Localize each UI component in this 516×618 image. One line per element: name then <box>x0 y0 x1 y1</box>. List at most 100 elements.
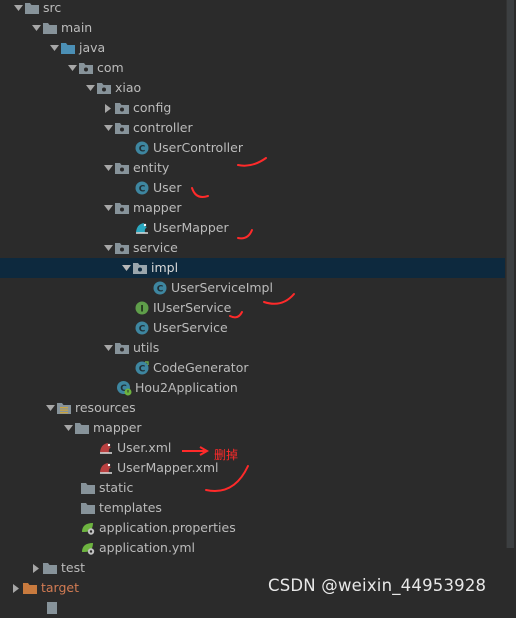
expand-right-icon[interactable] <box>30 558 42 578</box>
tree-label: config <box>133 100 172 115</box>
tree-row-static[interactable]: static <box>0 478 505 498</box>
tree-row-mapper-pkg[interactable]: mapper <box>0 198 505 218</box>
expand-right-icon[interactable] <box>10 578 22 598</box>
tree-row-iuserservice[interactable]: I IUserService <box>0 298 505 318</box>
tree-label: main <box>61 20 93 35</box>
tree-label: utils <box>133 340 160 355</box>
interface-icon: I <box>134 300 150 316</box>
svg-text:I: I <box>140 305 143 315</box>
class-icon: C <box>134 320 150 336</box>
tree-row-impl[interactable]: impl <box>0 258 516 278</box>
tree-row-userserviceimpl[interactable]: C UserServiceImpl <box>0 278 505 298</box>
tree-row-controller[interactable]: controller <box>0 118 505 138</box>
svg-text:C: C <box>157 285 164 295</box>
expand-right-icon[interactable] <box>102 98 114 118</box>
spring-boot-class-icon: C <box>116 380 132 396</box>
tree-label: UserController <box>153 140 243 155</box>
expand-down-icon[interactable] <box>102 198 114 218</box>
tree-row-user[interactable]: C User <box>0 178 505 198</box>
tree-label: com <box>97 60 124 75</box>
tree-row-usermapper-xml[interactable]: UserMapper.xml <box>0 458 505 478</box>
tree-row-src[interactable]: src <box>0 0 505 18</box>
spring-yml-icon <box>80 540 96 556</box>
tree-label: UserServiceImpl <box>171 280 273 295</box>
svg-text:C: C <box>139 185 146 195</box>
expand-down-icon[interactable] <box>120 258 132 278</box>
folder-icon <box>24 0 40 16</box>
tree-label: mapper <box>93 420 142 435</box>
package-icon <box>132 260 148 276</box>
tree-label: IUserService <box>153 300 232 315</box>
package-icon <box>78 60 94 76</box>
expand-down-icon[interactable] <box>84 78 96 98</box>
expand-down-icon[interactable] <box>102 238 114 258</box>
tree-row-codegenerator[interactable]: C CodeGenerator <box>0 358 505 378</box>
package-icon <box>96 80 112 96</box>
tree-row-templates[interactable]: templates <box>0 498 505 518</box>
mybatis-xml-icon <box>98 440 114 456</box>
file-icon <box>44 600 60 616</box>
tree-row-hou2application[interactable]: C Hou2Application <box>0 378 505 398</box>
tree-label: UserMapper.xml <box>117 460 219 475</box>
expand-down-icon[interactable] <box>66 58 78 78</box>
tree-label: application.properties <box>99 520 236 535</box>
tree-label: static <box>99 480 134 495</box>
spring-properties-icon <box>80 520 96 536</box>
expand-down-icon[interactable] <box>30 18 42 38</box>
package-icon <box>114 120 130 136</box>
tree-row-xiao[interactable]: xiao <box>0 78 505 98</box>
tree-label: UserMapper <box>153 220 229 235</box>
source-folder-icon <box>60 40 76 56</box>
tree-row-test[interactable]: test <box>0 558 505 578</box>
tree-row-user-xml[interactable]: User.xml <box>0 438 505 458</box>
tree-row-service[interactable]: service <box>0 238 505 258</box>
tree-row-usermapper[interactable]: UserMapper <box>0 218 505 238</box>
tree-label: application.yml <box>99 540 195 555</box>
annotation-text: 删掉 <box>214 448 239 462</box>
svg-text:C: C <box>139 145 146 155</box>
tree-row-resources[interactable]: resources <box>0 398 505 418</box>
tree-label: Hou2Application <box>135 380 238 395</box>
scrollbar-thumb[interactable] <box>506 0 514 548</box>
expand-down-icon[interactable] <box>48 38 60 58</box>
folder-icon <box>80 480 96 496</box>
expand-down-icon[interactable] <box>102 338 114 358</box>
tree-row-main[interactable]: main <box>0 18 505 38</box>
svg-text:C: C <box>139 325 146 335</box>
tree-label: entity <box>133 160 170 175</box>
tree-row-application-yml[interactable]: application.yml <box>0 538 505 558</box>
expand-down-icon[interactable] <box>62 418 74 438</box>
class-icon: C <box>134 180 150 196</box>
tree-label: CodeGenerator <box>153 360 249 375</box>
tree-row-usercontroller[interactable]: C UserController <box>0 138 505 158</box>
tree-label: User <box>153 180 182 195</box>
tree-label: src <box>43 0 62 15</box>
tree-label: target <box>41 580 80 595</box>
tree-row-java[interactable]: java <box>0 38 505 58</box>
expand-down-icon[interactable] <box>44 398 56 418</box>
tree-label: User.xml <box>117 440 172 455</box>
expand-down-icon[interactable] <box>102 158 114 178</box>
expand-down-icon[interactable] <box>102 118 114 138</box>
tree-row-mapper-folder[interactable]: mapper <box>0 418 505 438</box>
tree-label: test <box>61 560 86 575</box>
tree-label: controller <box>133 120 193 135</box>
class-icon: C <box>134 140 150 156</box>
tree-label: resources <box>75 400 136 415</box>
vertical-scrollbar[interactable] <box>505 0 516 548</box>
tree-label: service <box>133 240 178 255</box>
expand-down-icon[interactable] <box>12 0 24 18</box>
tree-label: mapper <box>133 200 182 215</box>
tree-row-utils[interactable]: utils <box>0 338 505 358</box>
tree-label: xiao <box>115 80 142 95</box>
excluded-folder-icon <box>22 580 38 596</box>
tree-row-entity[interactable]: entity <box>0 158 505 178</box>
tree-row-partial <box>0 598 505 618</box>
tree-row-userservice[interactable]: C UserService <box>0 318 505 338</box>
tree-row-com[interactable]: com <box>0 58 505 78</box>
tree-row-config[interactable]: config <box>0 98 505 118</box>
folder-icon <box>42 560 58 576</box>
folder-icon <box>74 420 90 436</box>
resources-folder-icon <box>56 400 72 416</box>
tree-row-application-properties[interactable]: application.properties <box>0 518 505 538</box>
